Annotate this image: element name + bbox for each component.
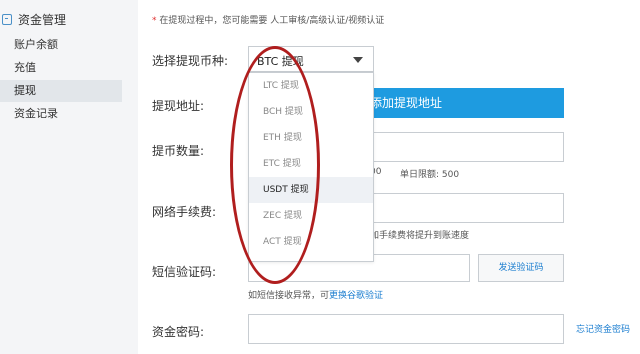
dropdown-option-act[interactable]: ACT 提现: [249, 229, 373, 255]
sidebar-item-deposit[interactable]: 充值: [0, 57, 122, 79]
sidebar-item-balance[interactable]: 账户余额: [0, 34, 122, 56]
chevron-down-icon: [353, 57, 363, 63]
sidebar-title: 资金管理: [18, 12, 67, 27]
sidebar-item-records[interactable]: 资金记录: [0, 103, 122, 125]
password-label: 资金密码:: [152, 325, 205, 339]
withdraw-panel: * 在提现过程中，您可能需要 人工审核/高级认证/视频认证 选择提现币种: BT…: [138, 0, 640, 354]
sidebar-header: 资金管理: [0, 8, 66, 30]
dropdown-option-usdt[interactable]: USDT 提现: [249, 177, 373, 203]
notice-text: * 在提现过程中，您可能需要 人工审核/高级认证/视频认证: [152, 16, 385, 26]
currency-select[interactable]: BTC 提现: [248, 46, 374, 72]
address-label: 提现地址:: [152, 99, 205, 113]
dropdown-option-zec[interactable]: ZEC 提现: [249, 203, 373, 229]
currency-label: 选择提现币种:: [152, 54, 229, 68]
password-input[interactable]: [248, 314, 564, 344]
dropdown-option-eth[interactable]: ETH 提现: [249, 125, 373, 151]
dropdown-option-ltc[interactable]: LTC 提现: [249, 73, 373, 99]
switch-google-auth-link[interactable]: 更换谷歌验证: [329, 291, 383, 301]
dropdown-option-etc[interactable]: ETC 提现: [249, 151, 373, 177]
sidebar: 资金管理 账户余额 充值 提现 资金记录: [0, 0, 122, 354]
sidebar-item-withdraw[interactable]: 提现: [0, 80, 122, 102]
daily-limit: 单日限额: 500: [400, 170, 460, 180]
wallet-icon: [2, 13, 12, 25]
forgot-password-link[interactable]: 忘记资金密码: [576, 322, 630, 335]
sms-label: 短信验证码:: [152, 265, 217, 279]
fee-label: 网络手续费:: [152, 205, 217, 219]
add-address-button[interactable]: 添加提现地址: [368, 88, 564, 118]
sms-hint: 如短信接收异常，可更换谷歌验证: [248, 291, 384, 301]
dropdown-option-bch[interactable]: BCH 提现: [249, 99, 373, 125]
currency-select-value: BTC 提现: [257, 55, 304, 68]
send-code-button[interactable]: 发送验证码: [478, 254, 564, 282]
currency-dropdown: LTC 提现 BCH 提现 ETH 提现 ETC 提现 USDT 提现 ZEC …: [248, 72, 374, 262]
amount-label: 提币数量:: [152, 144, 205, 158]
fee-hint: 加手续费将提升到账速度: [370, 231, 470, 241]
